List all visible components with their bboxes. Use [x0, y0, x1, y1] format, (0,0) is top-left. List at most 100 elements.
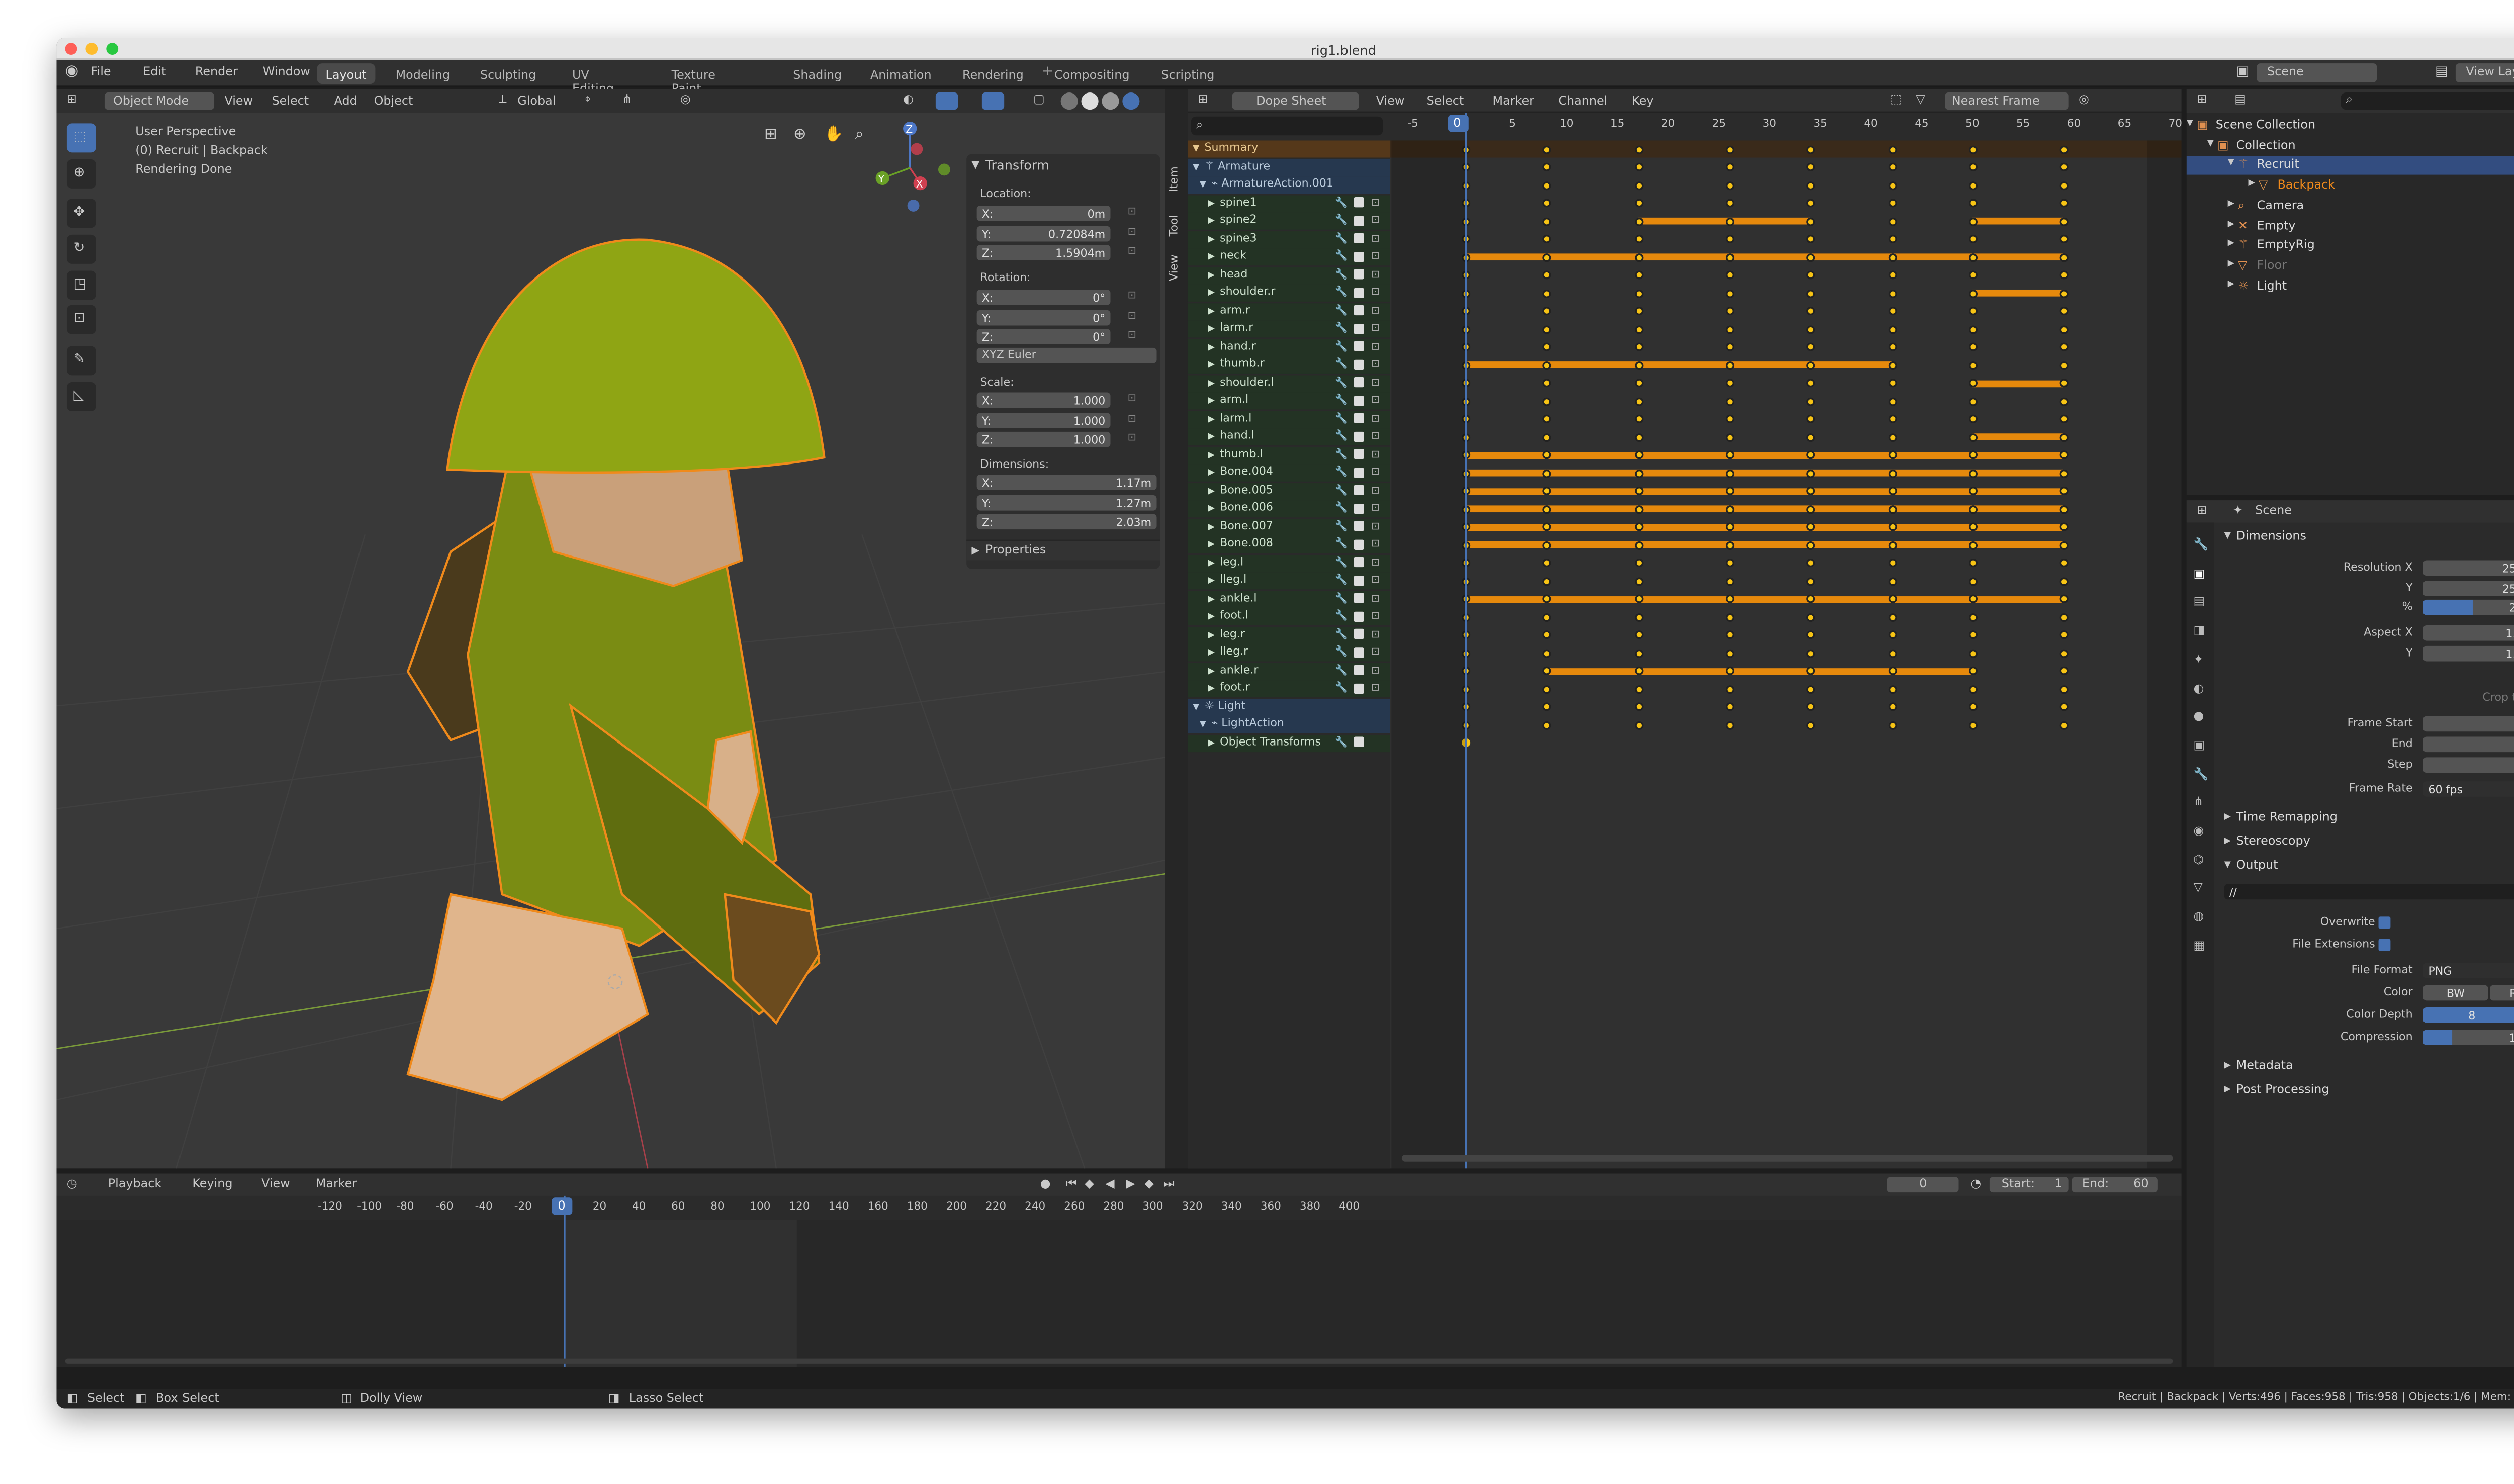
keyframe[interactable] [1634, 307, 1643, 316]
keyframe-row[interactable] [1390, 554, 2182, 572]
lock-icon[interactable]: ⊡ [1371, 646, 1380, 658]
keyframe[interactable] [1888, 270, 1897, 280]
lock-icon[interactable]: ⊡ [1371, 412, 1380, 424]
lock-icon[interactable]: ⊡ [1371, 592, 1380, 604]
expand-arrow-icon[interactable]: ▶ [1208, 252, 1215, 262]
metadata-header[interactable]: Metadata [2236, 1060, 2293, 1073]
keyframe[interactable] [1543, 396, 1552, 406]
lock-icon[interactable]: ⊡ [1128, 393, 1136, 404]
channel-checkbox[interactable] [1354, 628, 1364, 639]
expand-arrow-icon[interactable]: ▶ [1208, 540, 1215, 550]
transform-tool-button[interactable]: ⊡ [66, 305, 96, 334]
expand-arrow-icon[interactable]: ▼ [1200, 719, 1206, 729]
display-mode-icon[interactable]: ▤ [2234, 94, 2246, 106]
file-extensions-checkbox[interactable] [2378, 939, 2391, 951]
keyframe[interactable] [1968, 180, 1978, 190]
dopesheet-mode-selector[interactable]: Dope Sheet [1256, 95, 1326, 108]
channel-checkbox[interactable] [1354, 287, 1364, 298]
keyframe[interactable] [1634, 559, 1643, 568]
stereoscopy-header[interactable]: Stereoscopy [2236, 835, 2310, 848]
keyframe[interactable] [1634, 217, 1643, 226]
timeline-playhead[interactable]: 0 [552, 1197, 573, 1215]
expand-arrow-icon[interactable]: ▶ [1208, 684, 1215, 694]
disclosure-icon[interactable]: ▼ [2207, 139, 2214, 148]
keyframe[interactable] [2060, 217, 2069, 226]
expand-arrow-icon[interactable]: ▼ [1193, 702, 1199, 712]
keyframe[interactable] [1725, 234, 1734, 243]
snap-icon[interactable]: ⋔ [622, 94, 632, 106]
keyframe[interactable] [1968, 522, 1978, 531]
keyframe[interactable] [1888, 720, 1897, 729]
disclosure-icon[interactable]: ▼ [2224, 861, 2231, 870]
keyframe[interactable] [1543, 576, 1552, 585]
keyframe[interactable] [1888, 342, 1897, 351]
channel-checkbox[interactable] [1354, 305, 1364, 316]
keyframe[interactable] [1634, 199, 1643, 208]
overlay-toggle[interactable] [981, 92, 1005, 110]
expand-arrow-icon[interactable]: ▶ [1208, 414, 1215, 424]
proportional-edit-icon[interactable]: ◎ [680, 94, 691, 106]
channel-checkbox[interactable] [1354, 575, 1364, 585]
bone-channel[interactable]: ▶ spine2 🔧 ⊡ [1187, 212, 1390, 230]
properties-tab-icon[interactable]: ◍ [2193, 911, 2204, 923]
keyframe[interactable] [1543, 324, 1552, 333]
output-path-input[interactable]: // [2224, 884, 2514, 900]
keyframe[interactable] [2060, 630, 2069, 639]
channel-checkbox[interactable] [1354, 377, 1364, 388]
keyframe[interactable] [1634, 432, 1643, 441]
expand-arrow-icon[interactable]: ▶ [1208, 432, 1215, 442]
keyframe[interactable] [2060, 396, 2069, 406]
keyframe[interactable] [1543, 684, 1552, 693]
keyframe[interactable] [1888, 199, 1897, 208]
outliner-search-input[interactable]: ⌕ [2341, 92, 2514, 110]
current-frame-field[interactable]: 0 [1919, 1178, 1927, 1191]
keyframe-row[interactable] [1390, 482, 2182, 499]
expand-arrow-icon[interactable]: ▶ [1208, 594, 1215, 604]
expand-arrow-icon[interactable]: ▶ [1208, 450, 1215, 460]
mode-selector[interactable]: Object Mode [113, 95, 189, 108]
keyframe-row[interactable] [1390, 375, 2182, 392]
lock-icon[interactable]: ⊡ [1371, 394, 1380, 406]
channel-checkbox[interactable] [1354, 431, 1364, 441]
keyframe[interactable] [2060, 666, 2069, 675]
lock-icon[interactable]: ⊡ [1371, 664, 1380, 676]
keyframe[interactable] [1725, 684, 1734, 693]
wrench-icon[interactable]: 🔧 [1335, 412, 1348, 424]
expand-arrow-icon[interactable]: ▶ [1208, 486, 1215, 496]
keyframe[interactable] [1888, 630, 1897, 639]
keyframe-row[interactable] [1390, 734, 2182, 751]
disclosure-icon[interactable]: ▶ [2224, 837, 2231, 847]
keyframe[interactable] [1634, 630, 1643, 639]
lock-icon[interactable]: ⊡ [1371, 250, 1380, 262]
keyframe[interactable] [1968, 702, 1978, 711]
keyframe-row[interactable] [1390, 230, 2182, 247]
keyframe[interactable] [1968, 630, 1978, 639]
lock-icon[interactable]: ⊡ [1371, 322, 1380, 334]
keyframe[interactable] [1725, 432, 1734, 441]
keyframe[interactable] [1725, 576, 1734, 585]
expand-arrow-icon[interactable]: ▶ [1208, 198, 1215, 208]
keyframe[interactable] [1968, 720, 1978, 729]
lock-icon[interactable]: ⊡ [1128, 226, 1136, 237]
viewport-visibility-icon[interactable]: ◐ [903, 94, 914, 106]
channel-checkbox[interactable] [1354, 736, 1364, 747]
keyframe[interactable] [1888, 559, 1897, 568]
properties-panel-header[interactable]: Properties [985, 544, 1046, 557]
expand-arrow-icon[interactable]: ▶ [1208, 504, 1215, 514]
only-selected-icon[interactable]: ⬚ [1890, 94, 1902, 106]
view-layer-selector[interactable]: View Layer [2466, 66, 2514, 79]
keyframe[interactable] [1968, 342, 1978, 351]
keyframe[interactable] [1888, 684, 1897, 693]
keyframe-row[interactable] [1390, 392, 2182, 409]
add-workspace-button[interactable]: + [1042, 64, 1053, 79]
keyframe-row[interactable] [1390, 698, 2182, 715]
bone-channel[interactable]: ▶ arm.l 🔧 ⊡ [1187, 392, 1390, 410]
bone-channel[interactable]: ▶ arm.r 🔧 ⊡ [1187, 302, 1390, 320]
keyframe[interactable] [1634, 576, 1643, 585]
keyframe-row[interactable] [1390, 303, 2182, 320]
properties-tab-icon[interactable]: ◨ [2193, 625, 2205, 637]
keyframe[interactable] [1543, 342, 1552, 351]
bone-channel[interactable]: ▶ foot.r 🔧 ⊡ [1187, 680, 1390, 698]
channel-checkbox[interactable] [1354, 646, 1364, 658]
lock-icon[interactable]: ⊡ [1371, 304, 1380, 316]
